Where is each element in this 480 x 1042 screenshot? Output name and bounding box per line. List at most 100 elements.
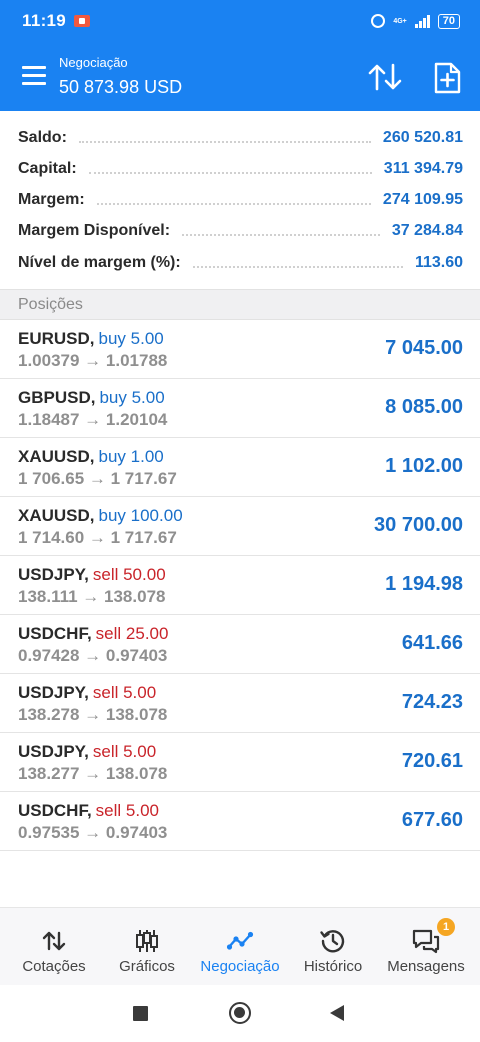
position-side: buy 100.00 [98, 506, 183, 525]
nav-item-trade[interactable]: Negociação [192, 908, 288, 986]
quotes-arrows-icon [42, 931, 66, 951]
notification-badge: 1 [437, 918, 455, 936]
summary-label: Margem: [18, 191, 85, 208]
position-title: USDJPY, sell 5.00 [18, 683, 156, 703]
position-profit: 1 102.00 [385, 455, 463, 477]
position-prices: 1.00379 → 1.01788 [18, 351, 168, 370]
bottom-navigation: Cotações Gráficos Negociação Histórico 1… [0, 907, 480, 985]
summary-label: Margem Disponível: [18, 222, 171, 239]
position-profit: 7 045.00 [385, 337, 463, 359]
position-symbol: USDJPY, [18, 683, 89, 702]
nav-item-charts[interactable]: Gráficos [99, 908, 195, 986]
summary-value: 311 394.79 [383, 160, 463, 177]
dotted-leader [96, 203, 371, 205]
position-prices: 1.18487 → 1.20104 [18, 410, 168, 429]
position-profit: 1 194.98 [385, 573, 463, 595]
position-prices: 0.97535 → 0.97403 [18, 823, 168, 842]
trade-line-icon [226, 931, 254, 950]
position-title: XAUUSD, buy 1.00 [18, 447, 164, 467]
positions-section-header: Posições [0, 289, 480, 320]
position-side: buy 5.00 [98, 329, 164, 348]
position-row[interactable]: USDJPY, sell 50.00 138.111 → 138.078 1 19… [0, 556, 480, 615]
position-side: sell 50.00 [92, 565, 166, 584]
page-title: 50 873.98 USD [59, 77, 183, 97]
app-bar: Negociação 50 873.98 USD [0, 42, 480, 111]
dotted-leader [182, 234, 380, 236]
position-side: sell 5.00 [92, 742, 157, 761]
position-row[interactable]: XAUUSD, buy 1.00 1 706.65 → 1 717.67 1 10… [0, 438, 480, 497]
summary-value: 260 520.81 [382, 129, 463, 146]
position-side: sell 5.00 [92, 683, 157, 702]
position-symbol: USDJPY, [18, 565, 89, 584]
system-navigation-bar [0, 985, 480, 1042]
position-profit: 677.60 [401, 809, 463, 831]
summary-row-free-margin: Margem Disponível: 37 284.84 [18, 216, 463, 246]
status-indicators: 4G+ 70 [371, 13, 460, 29]
battery-level: 70 [437, 13, 460, 29]
position-row[interactable]: USDCHF, sell 5.00 0.97535 → 0.97403 677.6… [0, 792, 480, 851]
recents-icon[interactable] [133, 1006, 148, 1021]
position-side: sell 5.00 [95, 801, 159, 820]
position-symbol: USDCHF, [18, 801, 92, 820]
history-clock-icon [320, 930, 345, 953]
position-row[interactable]: USDJPY, sell 5.00 138.277 → 138.078 720.6… [0, 733, 480, 792]
alarm-icon [371, 14, 386, 28]
position-profit: 724.23 [401, 691, 463, 713]
positions-list: EURUSD, buy 5.00 1.00379 → 1.01788 7 045.… [0, 320, 480, 851]
home-icon[interactable] [229, 1002, 251, 1024]
summary-label: Saldo: [18, 129, 67, 146]
position-row[interactable]: USDCHF, sell 25.00 0.97428 → 0.97403 641.… [0, 615, 480, 674]
back-icon[interactable] [330, 1005, 344, 1021]
nav-item-messages[interactable]: 1 Mensagens [378, 908, 474, 986]
position-prices: 0.97428 → 0.97403 [18, 646, 168, 665]
summary-row-margin: Margem: 274 109.95 [18, 185, 463, 215]
summary-label: Capital: [18, 160, 77, 177]
page-subtitle: Negociação [59, 55, 128, 70]
summary-row-margin-level: Nível de margem (%): 113.60 [18, 248, 463, 278]
position-prices: 1 706.65 → 1 717.67 [18, 469, 177, 488]
position-symbol: GBPUSD, [18, 388, 96, 407]
dotted-leader [192, 266, 403, 268]
screen-record-icon [74, 15, 91, 27]
position-prices: 138.278 → 138.078 [18, 705, 168, 724]
summary-value: 37 284.84 [391, 222, 463, 239]
position-title: XAUUSD, buy 100.00 [18, 506, 183, 526]
position-prices: 1 714.60 → 1 717.67 [18, 528, 177, 547]
position-title: USDJPY, sell 50.00 [18, 565, 166, 585]
position-symbol: USDCHF, [18, 624, 92, 643]
position-profit: 720.61 [401, 750, 463, 772]
candlestick-chart-icon [136, 930, 158, 952]
nav-label: Mensagens [387, 958, 465, 975]
position-side: buy 1.00 [98, 447, 164, 466]
nav-label: Cotações [22, 958, 86, 975]
position-side: sell 25.00 [95, 624, 169, 643]
nav-item-history[interactable]: Histórico [285, 908, 381, 986]
account-summary: Saldo: 260 520.81 Capital: 311 394.79 Ma… [0, 111, 480, 289]
position-prices: 138.277 → 138.078 [18, 764, 168, 783]
nav-item-quotes[interactable]: Cotações [6, 908, 102, 986]
status-time: 11:19 [22, 11, 67, 30]
network-type: 4G+ [393, 17, 407, 25]
position-title: USDCHF, sell 5.00 [18, 801, 159, 821]
position-symbol: XAUUSD, [18, 506, 95, 525]
position-side: buy 5.00 [99, 388, 165, 407]
new-order-icon[interactable] [432, 62, 462, 94]
status-bar: 11:19 4G+ 70 [0, 0, 480, 42]
position-title: EURUSD, buy 5.00 [18, 329, 164, 349]
messages-icon [412, 929, 440, 954]
nav-label: Negociação [200, 958, 280, 975]
position-row[interactable]: EURUSD, buy 5.00 1.00379 → 1.01788 7 045.… [0, 320, 480, 379]
position-symbol: EURUSD, [18, 329, 95, 348]
position-title: USDJPY, sell 5.00 [18, 742, 156, 762]
position-row[interactable]: GBPUSD, buy 5.00 1.18487 → 1.20104 8 085.… [0, 379, 480, 438]
nav-label: Histórico [303, 958, 363, 975]
position-symbol: USDJPY, [18, 742, 89, 761]
sort-icon[interactable] [368, 62, 402, 92]
position-row[interactable]: XAUUSD, buy 100.00 1 714.60 → 1 717.67 30… [0, 497, 480, 556]
position-prices: 138.111 → 138.078 [18, 587, 166, 606]
position-row[interactable]: USDJPY, sell 5.00 138.278 → 138.078 724.2… [0, 674, 480, 733]
menu-icon[interactable] [22, 66, 46, 86]
summary-row-equity: Capital: 311 394.79 [18, 154, 463, 184]
position-profit: 641.66 [401, 632, 463, 654]
position-title: GBPUSD, buy 5.00 [18, 388, 165, 408]
